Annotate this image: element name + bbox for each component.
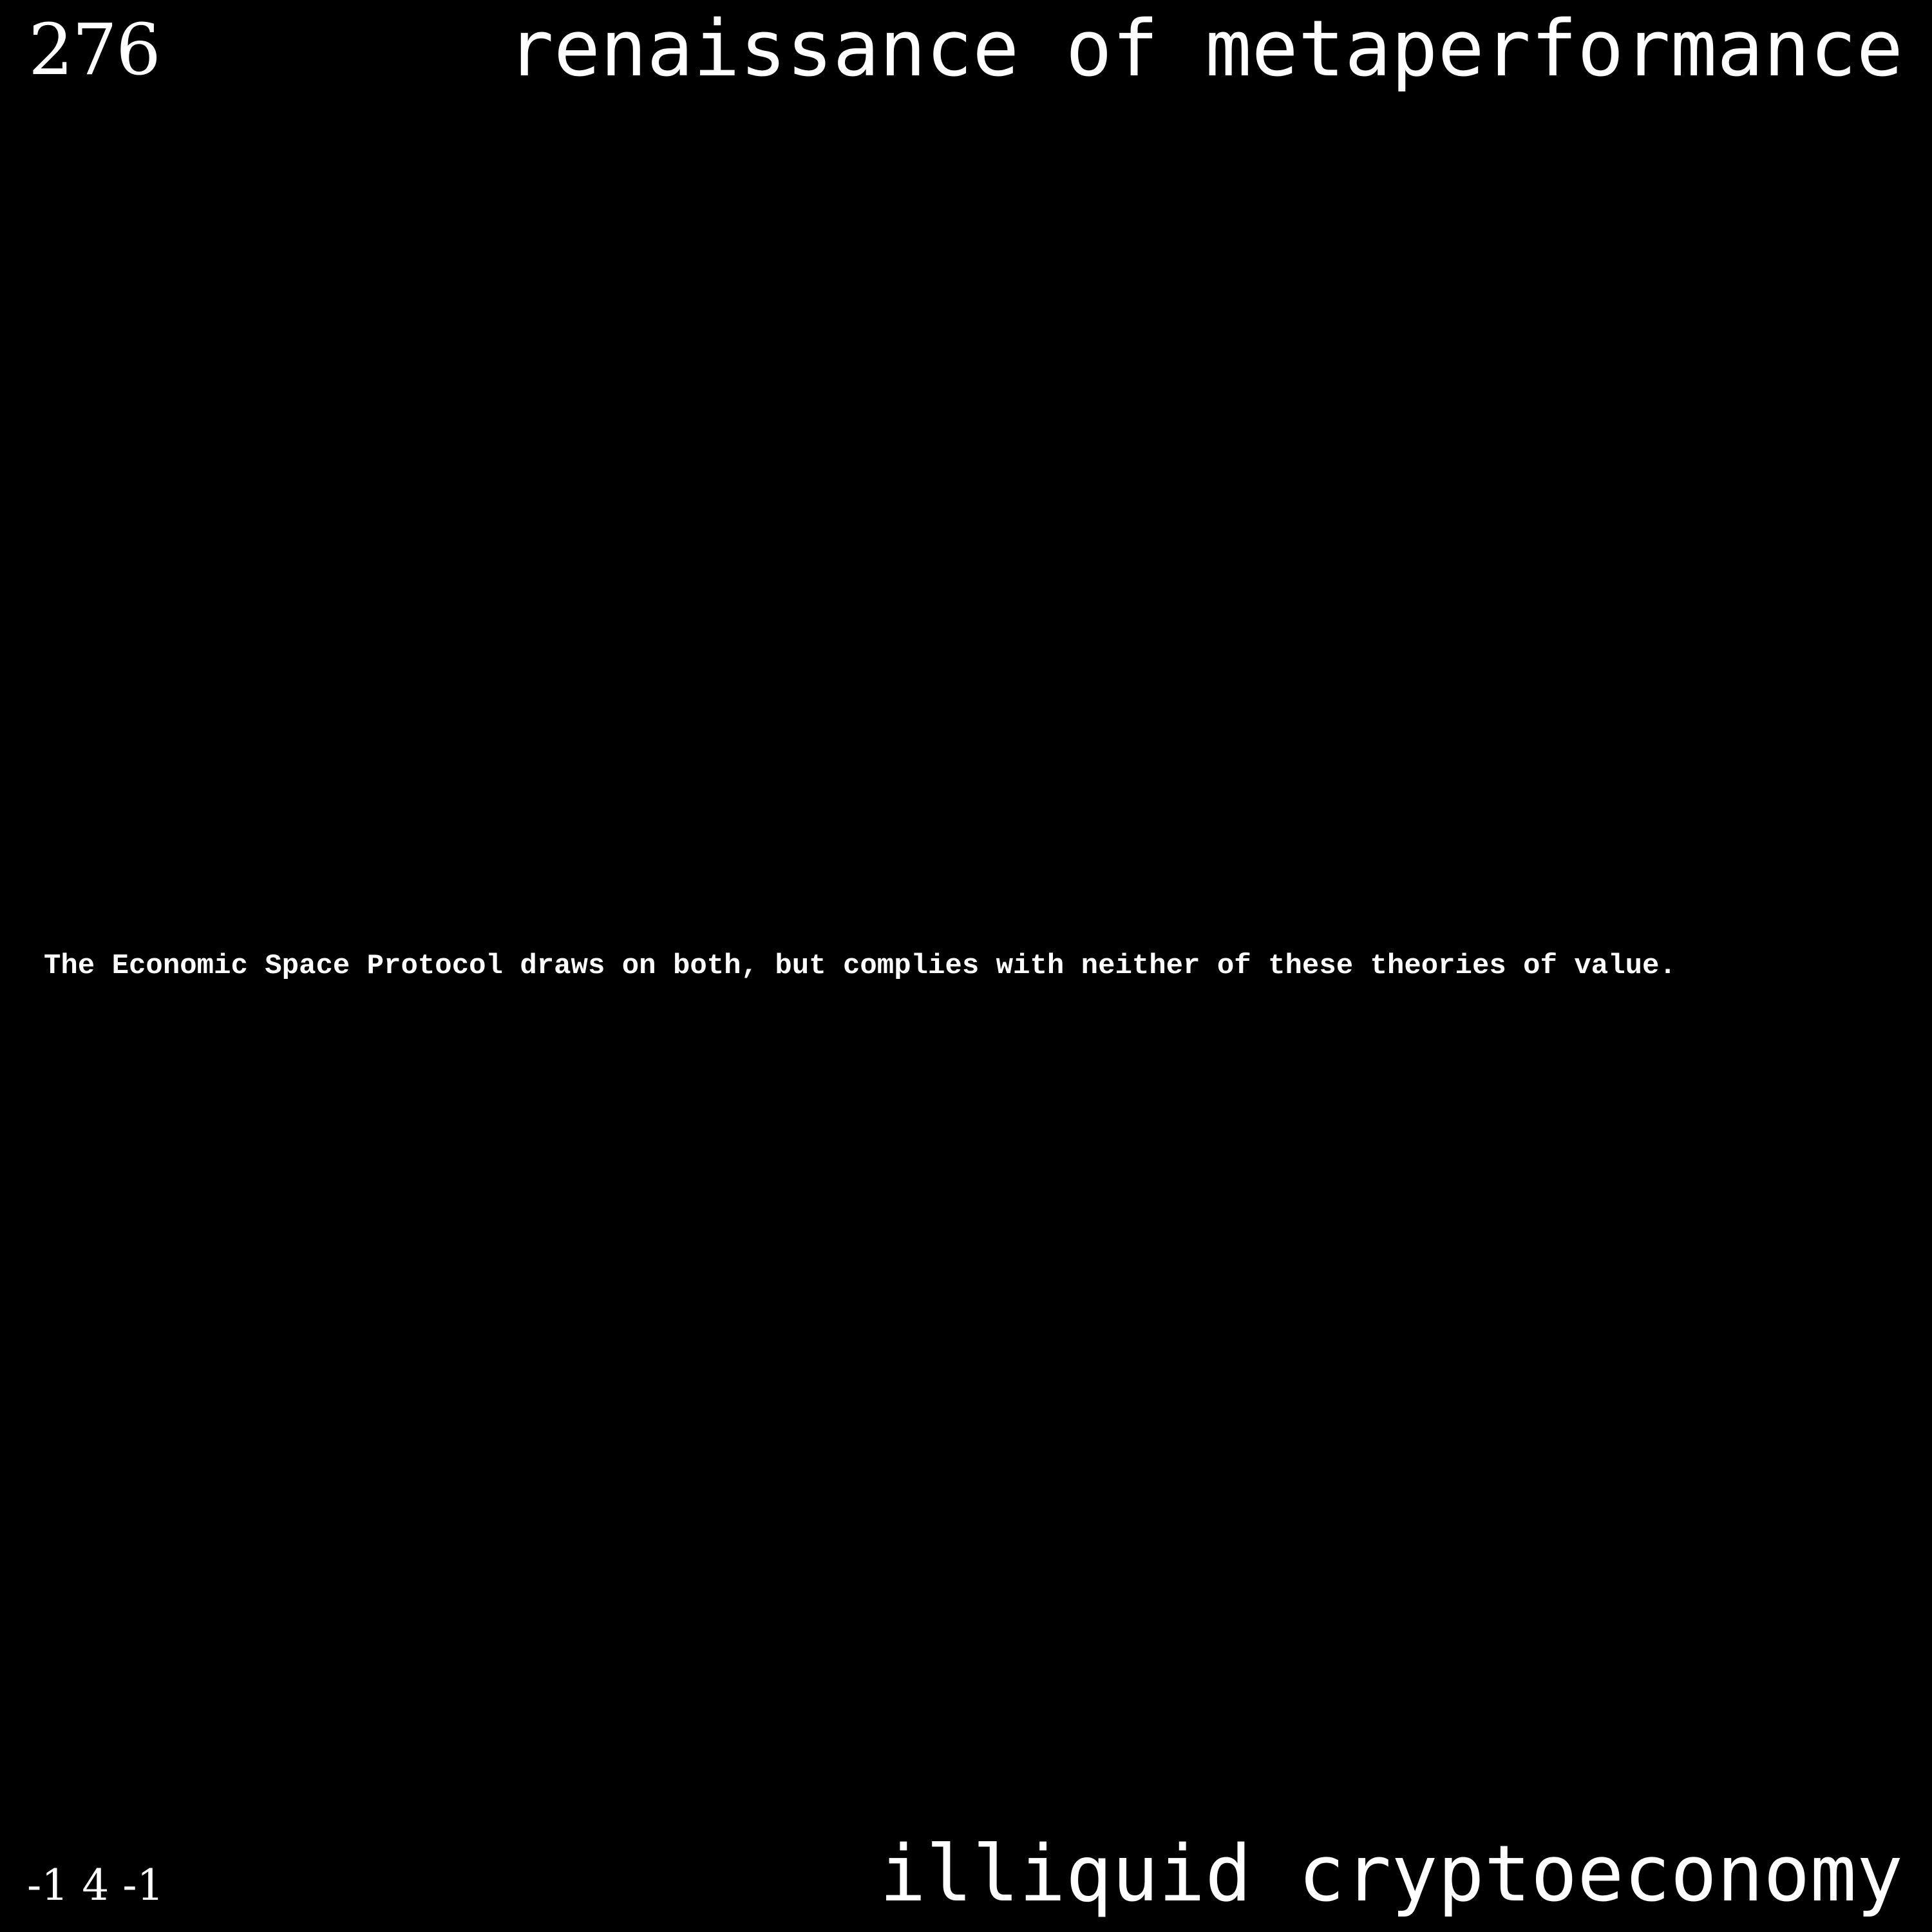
page: { "header": { "number": "276", "title": … bbox=[0, 0, 1932, 1932]
statement-text: The Economic Space Protocol draws on bot… bbox=[44, 950, 1676, 982]
card-subtitle: illiquid cryptoeconomy bbox=[879, 1830, 1903, 1919]
card-title: renaissance of metaperformance bbox=[507, 5, 1903, 94]
card-number: 276 bbox=[28, 8, 161, 91]
coordinates-label: -1 4 -1 bbox=[27, 1861, 164, 1910]
